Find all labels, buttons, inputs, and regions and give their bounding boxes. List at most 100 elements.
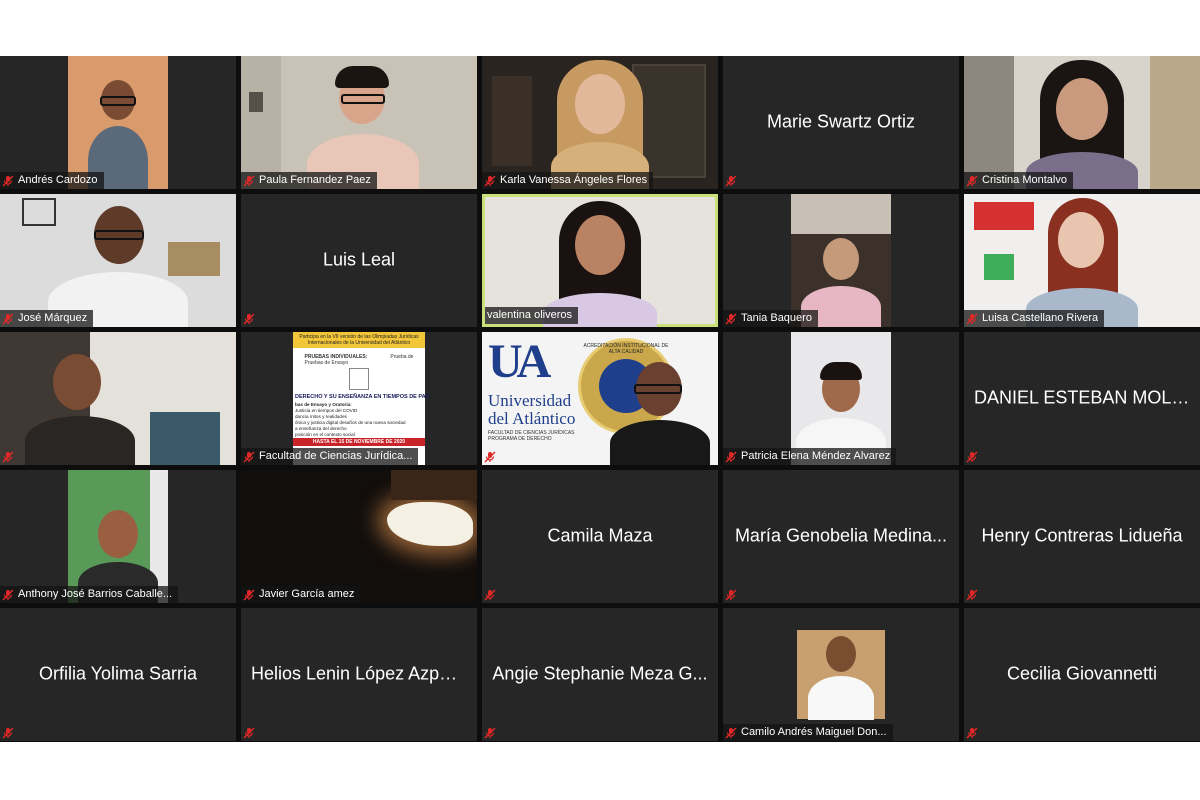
muted-mic-icon bbox=[2, 726, 14, 739]
participant-name: Karla Vanessa Ángeles Flores bbox=[500, 174, 648, 186]
participant-display-name: Angie Stephanie Meza G... bbox=[492, 662, 708, 683]
participant-name: valentina oliveros bbox=[487, 309, 572, 321]
participant-tile[interactable]: Angie Stephanie Meza G... bbox=[482, 608, 718, 741]
muted-mic-icon bbox=[243, 589, 255, 601]
participant-video bbox=[964, 56, 1200, 189]
participant-tile[interactable]: Paula Fernandez Paez bbox=[241, 56, 477, 189]
participant-display-name: Cecilia Giovannetti bbox=[1006, 662, 1158, 683]
participant-display-name: Orfilia Yolima Sarria bbox=[38, 662, 198, 683]
participant-display-name: DANIEL ESTEBAN MOLA... bbox=[974, 386, 1199, 407]
active-speaker-tile[interactable]: valentina oliveros bbox=[482, 194, 718, 327]
participant-tile[interactable]: Luis Leal bbox=[241, 194, 477, 327]
participant-display-name: Luis Leal bbox=[322, 248, 396, 269]
participant-name: Anthony José Barrios Caballe... bbox=[18, 588, 173, 600]
participant-tile[interactable]: Luisa Castellano Rivera bbox=[964, 194, 1200, 327]
participant-name: Luisa Castellano Rivera bbox=[982, 312, 1099, 324]
participant-tile[interactable] bbox=[0, 332, 236, 465]
poster-col-sub: Pruebas de Ensayo bbox=[304, 360, 349, 366]
participant-tile[interactable]: Camila Maza bbox=[482, 470, 718, 603]
document-icon bbox=[349, 368, 369, 390]
university-logo: UA Universidad del Atlántico FACULTAD DE… bbox=[488, 332, 576, 465]
participant-video bbox=[797, 630, 885, 720]
poster-headline: DERECHO Y SU ENSEÑANZA EN TIEMPOS DE PAN bbox=[295, 394, 430, 400]
participant-tile[interactable]: Participa en la VII versión de las Olimp… bbox=[241, 332, 477, 465]
participant-tile[interactable]: Helios Lenin López Azpeit... bbox=[241, 608, 477, 741]
video-gallery-grid: Andrés Cardozo Paula Fernandez Paez Karl… bbox=[0, 56, 1200, 742]
participant-tile[interactable]: Orfilia Yolima Sarria bbox=[0, 608, 236, 741]
participant-name: Cristina Montalvo bbox=[982, 174, 1067, 186]
participant-video bbox=[791, 194, 891, 327]
participant-name: Andrés Cardozo bbox=[18, 174, 98, 186]
muted-mic-icon bbox=[243, 175, 255, 187]
participant-display-name: Camila Maza bbox=[547, 524, 653, 545]
logo-letters: UA bbox=[488, 335, 551, 388]
muted-mic-icon bbox=[484, 450, 496, 463]
participant-tile[interactable]: UA Universidad del Atlántico FACULTAD DE… bbox=[482, 332, 718, 465]
muted-mic-icon bbox=[725, 313, 737, 325]
muted-mic-icon bbox=[725, 588, 737, 601]
muted-mic-icon bbox=[966, 175, 978, 187]
muted-mic-icon bbox=[2, 450, 14, 463]
muted-mic-icon bbox=[2, 175, 14, 187]
muted-mic-icon bbox=[2, 313, 14, 325]
participant-tile[interactable]: Cristina Montalvo bbox=[964, 56, 1200, 189]
participant-tile[interactable]: Andrés Cardozo bbox=[0, 56, 236, 189]
participant-video: UA Universidad del Atlántico FACULTAD DE… bbox=[482, 332, 718, 465]
participant-video bbox=[482, 56, 718, 189]
participant-video bbox=[485, 197, 715, 327]
muted-mic-icon bbox=[484, 175, 496, 187]
participant-name: Javier García amez bbox=[259, 588, 355, 600]
participant-video bbox=[241, 56, 477, 189]
participant-tile[interactable]: Karla Vanessa Ángeles Flores bbox=[482, 56, 718, 189]
muted-mic-icon bbox=[966, 588, 978, 601]
muted-mic-icon bbox=[725, 451, 737, 463]
participant-video bbox=[241, 470, 477, 603]
participant-name: Patricia Elena Méndez Alvarez bbox=[741, 450, 891, 462]
poster-deadline: HASTA EL 15 DE NOVIEMBRE DE 2020 bbox=[293, 438, 425, 446]
participant-video bbox=[791, 332, 891, 465]
participant-tile[interactable]: Cecilia Giovannetti bbox=[964, 608, 1200, 741]
muted-mic-icon bbox=[243, 312, 255, 325]
muted-mic-icon bbox=[966, 313, 978, 325]
muted-mic-icon bbox=[243, 726, 255, 739]
participant-display-name: Marie Swartz Ortiz bbox=[766, 110, 916, 131]
participant-name: José Márquez bbox=[18, 312, 88, 324]
participant-tile[interactable]: DANIEL ESTEBAN MOLA... bbox=[964, 332, 1200, 465]
muted-mic-icon bbox=[966, 726, 978, 739]
participant-name: Facultad de Ciencias Jurídica... bbox=[259, 450, 413, 462]
muted-mic-icon bbox=[484, 588, 496, 601]
shared-poster: Participa en la VII versión de las Olimp… bbox=[293, 332, 430, 465]
poster-col-title: Prueba de bbox=[390, 354, 414, 360]
participant-name: Tania Baquero bbox=[741, 312, 812, 324]
participant-tile[interactable]: Anthony José Barrios Caballe... bbox=[0, 470, 236, 603]
muted-mic-icon bbox=[2, 589, 14, 601]
participant-tile[interactable]: María Genobelia Medina... bbox=[723, 470, 959, 603]
participant-tile[interactable]: Javier García amez bbox=[241, 470, 477, 603]
participant-video bbox=[0, 332, 236, 465]
participant-tile[interactable]: Henry Contreras Lidueña bbox=[964, 470, 1200, 603]
participant-tile[interactable]: Marie Swartz Ortiz bbox=[723, 56, 959, 189]
participant-tile[interactable]: Tania Baquero bbox=[723, 194, 959, 327]
university-name: Universidad bbox=[488, 391, 572, 410]
seal-text: ACREDITACIÓN INSTITUCIONAL DE ALTA CALID… bbox=[583, 343, 669, 355]
poster-line: Internacionales de la Universidad del At… bbox=[307, 340, 411, 346]
muted-mic-icon bbox=[966, 450, 978, 463]
faculty-text: PROGRAMA DE DERECHO bbox=[488, 436, 552, 442]
participant-video bbox=[68, 470, 168, 603]
muted-mic-icon bbox=[243, 451, 255, 463]
participant-video bbox=[0, 194, 236, 327]
muted-mic-icon bbox=[725, 727, 737, 739]
participant-tile[interactable]: José Márquez bbox=[0, 194, 236, 327]
participant-video bbox=[68, 56, 168, 189]
participant-display-name: Henry Contreras Lidueña bbox=[981, 524, 1183, 545]
participant-video bbox=[964, 194, 1200, 327]
university-name: del Atlántico bbox=[488, 409, 576, 428]
participant-tile[interactable]: Patricia Elena Méndez Alvarez bbox=[723, 332, 959, 465]
muted-mic-icon bbox=[484, 726, 496, 739]
muted-mic-icon bbox=[725, 174, 737, 187]
participant-name: Paula Fernandez Paez bbox=[259, 174, 371, 186]
participant-display-name: María Genobelia Medina... bbox=[734, 524, 948, 545]
participant-name: Camilo Andrés Maiguel Don... bbox=[741, 726, 887, 738]
participant-display-name: Helios Lenin López Azpeit... bbox=[251, 662, 474, 683]
participant-tile[interactable]: Camilo Andrés Maiguel Don... bbox=[723, 608, 959, 741]
